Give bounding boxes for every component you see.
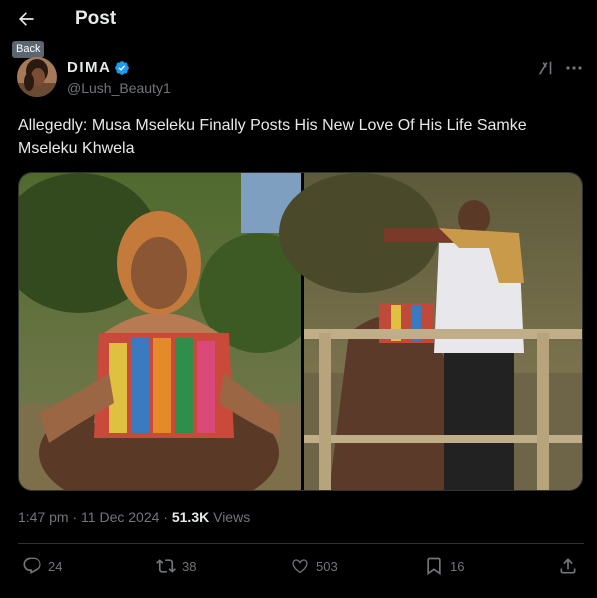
bookmark-count: 16 [450,558,465,574]
views-count: 51.3K [171,509,210,525]
photo-right[interactable] [279,173,583,491]
divider [18,543,584,544]
bookmark-icon [427,557,441,576]
page-title: Post [75,8,117,29]
repost-icon [156,559,176,573]
reply-button[interactable]: 24 [22,556,62,576]
repost-count: 38 [182,558,197,574]
tweet-text: Allegedly: Musa Mseleku Finally Posts Hi… [18,117,527,157]
reply-count: 24 [48,558,63,574]
author-display-name: DIMA [67,59,112,76]
meta-separator: · [72,509,78,525]
like-button[interactable]: 503 [290,556,338,576]
tweet-date[interactable]: 11 Dec 2024 [81,509,159,525]
tweet-media[interactable] [18,172,583,491]
tweet-time[interactable]: 1:47 pm [18,509,69,525]
author-handle[interactable]: @Lush_Beauty1 [67,80,171,96]
author-name[interactable]: DIMA [67,59,130,76]
meta-separator: · [163,509,168,525]
repost-button[interactable]: 38 [156,556,196,576]
post-header: Post [0,0,597,40]
like-icon [292,559,308,574]
grok-icon[interactable] [537,59,555,77]
tweet-meta: 1:47 pm · 11 Dec 2024 · 51.3K Views [18,509,250,525]
more-icon[interactable] [564,59,584,77]
back-arrow-icon [19,12,34,26]
share-button[interactable] [558,556,578,576]
back-tooltip: Back [12,41,45,58]
avatar[interactable] [17,57,57,97]
action-bar: 24 38 503 16 [18,556,584,580]
back-button[interactable] [8,3,44,35]
bookmark-button[interactable]: 16 [424,556,464,576]
like-count: 503 [316,558,338,574]
verified-badge-icon [114,60,130,76]
share-icon [560,558,576,574]
photo-left[interactable] [19,173,319,491]
views-label: Views [213,509,251,525]
reply-icon [23,557,41,575]
